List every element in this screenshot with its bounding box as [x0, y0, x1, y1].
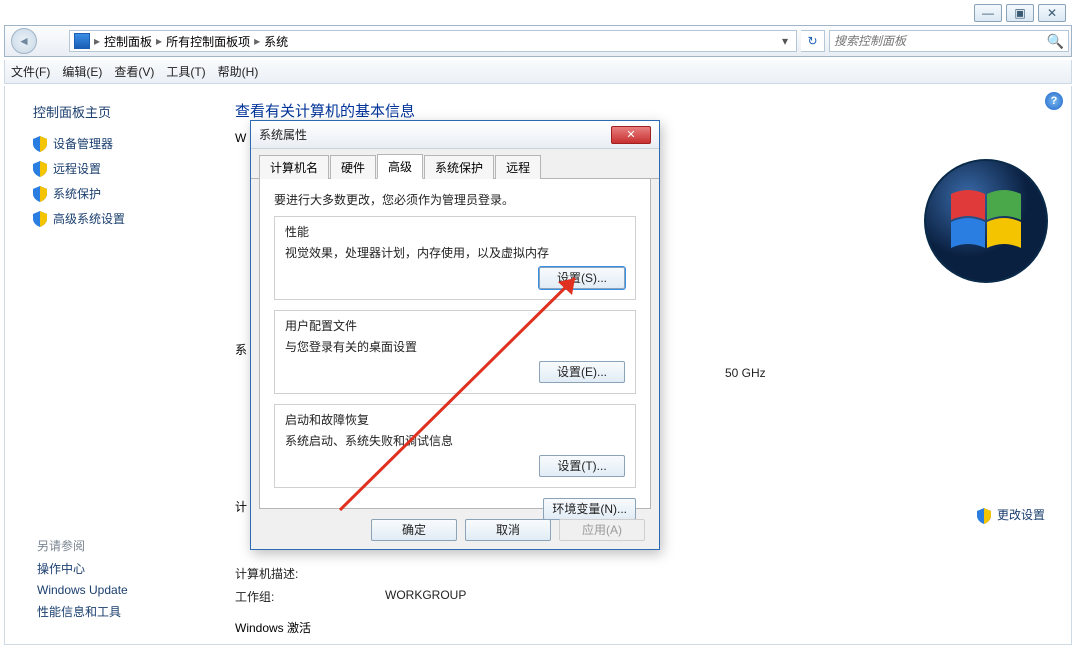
group-desc: 系统启动、系统失败和调试信息 [285, 432, 625, 449]
sidebar: 控制面板主页 设备管理器 远程设置 系统保护 高级系统设置 另请参阅 操作中心 … [5, 86, 215, 644]
nav-back-forward: ◄ ► [5, 28, 65, 54]
shield-icon [33, 161, 47, 177]
group-performance: 性能 视觉效果，处理器计划，内存使用，以及虚拟内存 设置(S)... [274, 216, 636, 300]
see-also-windows-update[interactable]: Windows Update [37, 583, 128, 597]
tab-hardware[interactable]: 硬件 [330, 155, 376, 179]
sidebar-label: 远程设置 [53, 160, 101, 177]
ok-button[interactable]: 确定 [371, 519, 457, 541]
maximize-button[interactable]: ▣ [1006, 4, 1034, 22]
menu-edit[interactable]: 编辑(E) [62, 63, 102, 80]
dialog-titlebar[interactable]: 系统属性 ✕ [251, 121, 659, 149]
change-settings-link[interactable]: 更改设置 [977, 506, 1045, 524]
see-also-performance[interactable]: 性能信息和工具 [37, 603, 128, 620]
sidebar-label: 系统保护 [53, 185, 101, 202]
help-icon[interactable]: ? [1045, 92, 1063, 110]
group-title: 用户配置文件 [285, 317, 625, 334]
dialog-body: 要进行大多数更改，您必须作为管理员登录。 性能 视觉效果，处理器计划，内存使用，… [259, 179, 651, 509]
apply-button: 应用(A) [559, 519, 645, 541]
change-settings-label: 更改设置 [997, 508, 1045, 522]
search-icon[interactable]: 🔍 [1047, 33, 1064, 50]
nav-bar: ◄ ► ▸ 控制面板 ▸ 所有控制面板项 ▸ 系统 ▾ ↻ 🔍 [4, 25, 1072, 57]
search-input[interactable] [834, 34, 1047, 48]
bc-system[interactable]: 系统 [264, 33, 288, 50]
dialog-close-button[interactable]: ✕ [611, 126, 651, 144]
see-also-title: 另请参阅 [37, 537, 128, 554]
bc-sep: ▸ [156, 34, 162, 48]
cpu-ghz: 50 GHz [725, 366, 766, 380]
group-startup-recovery: 启动和故障恢复 系统启动、系统失败和调试信息 设置(T)... [274, 404, 636, 488]
cancel-button[interactable]: 取消 [465, 519, 551, 541]
sidebar-home-link[interactable]: 控制面板主页 [33, 102, 205, 121]
group-user-profiles: 用户配置文件 与您登录有关的桌面设置 设置(E)... [274, 310, 636, 394]
tab-remote[interactable]: 远程 [495, 155, 541, 179]
tab-computer-name[interactable]: 计算机名 [259, 155, 329, 179]
workgroup-label: 工作组: [235, 588, 345, 605]
sidebar-advanced-settings[interactable]: 高级系统设置 [33, 210, 205, 227]
bc-control-panel[interactable]: 控制面板 [104, 33, 152, 50]
menu-help[interactable]: 帮助(H) [218, 63, 259, 80]
group-title: 启动和故障恢复 [285, 411, 625, 428]
dialog-title: 系统属性 [259, 126, 611, 143]
nav-back-button[interactable]: ◄ [11, 28, 37, 54]
menu-tools[interactable]: 工具(T) [166, 63, 205, 80]
workgroup-row: 工作组: WORKGROUP [235, 588, 1051, 605]
control-panel-icon [74, 33, 90, 49]
desc-label: 计算机描述: [235, 565, 345, 582]
computer-description-row: 计算机描述: [235, 565, 1051, 582]
menu-bar: 文件(F) 编辑(E) 查看(V) 工具(T) 帮助(H) [4, 60, 1072, 84]
minimize-button[interactable]: — [974, 4, 1002, 22]
page-heading: 查看有关计算机的基本信息 [235, 100, 1051, 121]
shield-icon [33, 136, 47, 152]
shield-icon [33, 186, 47, 202]
sidebar-label: 设备管理器 [53, 135, 113, 152]
close-window-button[interactable]: ✕ [1038, 4, 1066, 22]
group-title: 性能 [285, 223, 625, 240]
sidebar-label: 高级系统设置 [53, 210, 125, 227]
startup-settings-button[interactable]: 设置(T)... [539, 455, 625, 477]
breadcrumb-dropdown-icon[interactable]: ▾ [778, 34, 792, 48]
sidebar-remote-settings[interactable]: 远程设置 [33, 160, 205, 177]
group-desc: 视觉效果，处理器计划，内存使用，以及虚拟内存 [285, 244, 625, 261]
windows-logo-icon [921, 156, 1051, 286]
workgroup-value: WORKGROUP [385, 588, 466, 605]
bc-sep: ▸ [94, 34, 100, 48]
tab-system-protection[interactable]: 系统保护 [424, 155, 494, 179]
group-desc: 与您登录有关的桌面设置 [285, 338, 625, 355]
menu-view[interactable]: 查看(V) [114, 63, 154, 80]
environment-variables-button[interactable]: 环境变量(N)... [543, 498, 636, 520]
profiles-settings-button[interactable]: 设置(E)... [539, 361, 625, 383]
bc-sep: ▸ [254, 34, 260, 48]
performance-settings-button[interactable]: 设置(S)... [539, 267, 625, 289]
see-also-action-center[interactable]: 操作中心 [37, 560, 128, 577]
search-box[interactable]: 🔍 [829, 30, 1069, 52]
bc-all-items[interactable]: 所有控制面板项 [166, 33, 250, 50]
dialog-tabs: 计算机名 硬件 高级 系统保护 远程 [251, 149, 659, 179]
sidebar-system-protection[interactable]: 系统保护 [33, 185, 205, 202]
tab-advanced[interactable]: 高级 [377, 154, 423, 179]
nav-forward-button[interactable]: ► [35, 28, 61, 54]
sidebar-device-manager[interactable]: 设备管理器 [33, 135, 205, 152]
system-properties-dialog: 系统属性 ✕ 计算机名 硬件 高级 系统保护 远程 要进行大多数更改，您必须作为… [250, 120, 660, 550]
refresh-button[interactable]: ↻ [801, 30, 825, 52]
activation-heading: Windows 激活 [235, 619, 1051, 636]
shield-icon [977, 508, 991, 524]
breadcrumb[interactable]: ▸ 控制面板 ▸ 所有控制面板项 ▸ 系统 ▾ [69, 30, 797, 52]
menu-file[interactable]: 文件(F) [11, 63, 50, 80]
admin-note: 要进行大多数更改，您必须作为管理员登录。 [274, 191, 636, 208]
shield-icon [33, 211, 47, 227]
